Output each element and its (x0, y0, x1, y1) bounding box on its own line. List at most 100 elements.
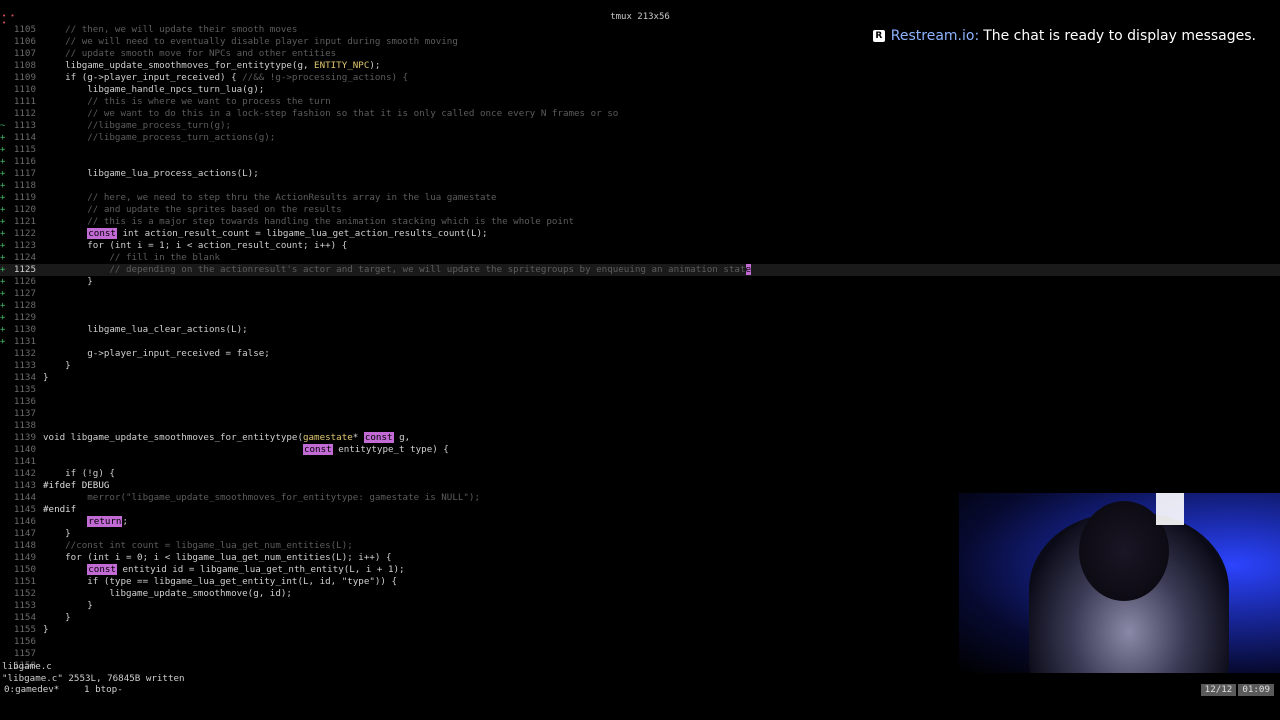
code-token: * (352, 432, 364, 443)
line-number: 1141 (13, 456, 36, 467)
webcam-light (1156, 493, 1184, 525)
code-line[interactable]: 1132 g->player_input_received = false; (0, 348, 1280, 360)
code-text: #endif (43, 504, 76, 516)
code-token: // we want to do this in a lock-step fas… (87, 108, 619, 119)
code-line[interactable]: ~1113 //libgame_process_turn(g); (0, 120, 1280, 132)
line-number: 1107 (13, 48, 36, 59)
code-line[interactable]: +1114 //libgame_process_turn_actions(g); (0, 132, 1280, 144)
code-line[interactable]: 1138 (0, 420, 1280, 432)
code-token: return (87, 516, 123, 527)
line-number: 1132 (13, 348, 36, 359)
code-text: // update smooth move for NPCs and other… (43, 48, 336, 60)
code-token: } (43, 528, 71, 539)
code-line[interactable]: +1128 (0, 300, 1280, 312)
code-line[interactable]: 1141 (0, 456, 1280, 468)
tmux-status-bar: 0:gamedev* 1 btop- 12/12 01:09 (0, 684, 1280, 696)
code-token: entitytype_t type) { (332, 444, 449, 455)
tmux-window-btop[interactable]: 1 btop- (84, 684, 123, 696)
line-number: 1126 (13, 276, 36, 287)
line-number: 1131 (13, 336, 36, 347)
code-text: } (43, 276, 93, 288)
code-token: if (g->player_input_received) { (43, 72, 243, 83)
code-line[interactable]: +1117 libgame_lua_process_actions(L); (0, 168, 1280, 180)
code-text: // then, we will update their smooth mov… (43, 24, 297, 36)
line-number: 1144 (13, 492, 36, 503)
code-line[interactable]: 1136 (0, 396, 1280, 408)
code-text: } (43, 624, 49, 636)
code-line[interactable]: +1123 for (int i = 1; i < action_result_… (0, 240, 1280, 252)
restream-message: The chat is ready to display messages. (983, 28, 1256, 44)
code-line[interactable]: 1135 (0, 384, 1280, 396)
code-text: if (type == libgame_lua_get_entity_int(L… (43, 576, 397, 588)
code-text: const entityid id = libgame_lua_get_nth_… (43, 564, 405, 576)
code-token: #ifdef DEBUG (43, 480, 110, 491)
code-line[interactable]: 1111 // this is where we want to process… (0, 96, 1280, 108)
tmux-window-gamedev[interactable]: 0:gamedev* (4, 684, 59, 696)
code-token: } (43, 276, 93, 287)
code-text: if (g->player_input_received) { //&& !g-… (43, 72, 408, 84)
code-text: // we want to do this in a lock-step fas… (43, 108, 618, 120)
code-token: libgame_update_smoothmove(g, id); (43, 588, 292, 599)
code-line[interactable]: 1108 libgame_update_smoothmoves_for_enti… (0, 60, 1280, 72)
code-line[interactable]: +1118 (0, 180, 1280, 192)
line-number: 1135 (13, 384, 36, 395)
line-number: 1137 (13, 408, 36, 419)
code-line[interactable]: 1134} (0, 372, 1280, 384)
code-line[interactable]: 1110 libgame_handle_npcs_turn_lua(g); (0, 84, 1280, 96)
code-token: merror("libgame_update_smoothmoves_for_e… (87, 492, 480, 503)
code-token: libgame_lua_clear_actions(L); (43, 324, 248, 335)
code-token: entityid id = libgame_lua_get_nth_entity… (116, 564, 405, 575)
code-text: // here, we need to step thru the Action… (43, 192, 497, 204)
code-line[interactable]: 1109 if (g->player_input_received) { //&… (0, 72, 1280, 84)
code-text: // we will need to eventually disable pl… (43, 36, 458, 48)
code-token: // here, we need to step thru the Action… (87, 192, 497, 203)
code-line[interactable]: +1122 const int action_result_count = li… (0, 228, 1280, 240)
code-token: for (int i = 0; i < libgame_lua_get_num_… (43, 552, 392, 563)
code-line[interactable]: +1116 (0, 156, 1280, 168)
code-token: // fill in the blank (109, 252, 221, 263)
code-line[interactable]: +1126 } (0, 276, 1280, 288)
line-number: 1125 (13, 264, 36, 275)
code-line[interactable]: +1121 // this is a major step towards ha… (0, 216, 1280, 228)
code-token: // this is where we want to process the … (87, 96, 331, 107)
code-line[interactable]: 1139 void libgame_update_smoothmoves_for_… (0, 432, 1280, 444)
code-line[interactable]: 1112 // we want to do this in a lock-ste… (0, 108, 1280, 120)
code-line[interactable]: +1115 (0, 144, 1280, 156)
code-token: // we will need to eventually disable pl… (65, 36, 458, 47)
line-number: 1134 (13, 372, 36, 383)
code-line[interactable]: 1133 } (0, 360, 1280, 372)
code-text: libgame_update_smoothmove(g, id); (43, 588, 292, 600)
line-number: 1127 (13, 288, 36, 299)
code-line[interactable]: 1140 const entitytype_t type) { (0, 444, 1280, 456)
code-token: } (43, 612, 71, 623)
code-line[interactable]: +1124 // fill in the blank (0, 252, 1280, 264)
code-line[interactable]: 1107 // update smooth move for NPCs and … (0, 48, 1280, 60)
status-date: 12/12 (1200, 684, 1237, 696)
file-name-line: libgame.c (2, 661, 52, 672)
code-token: #endif (43, 504, 77, 515)
code-line[interactable]: +1130 libgame_lua_clear_actions(L); (0, 324, 1280, 336)
code-line[interactable]: 1143 #ifdef DEBUG (0, 480, 1280, 492)
code-line[interactable]: +1131 (0, 336, 1280, 348)
code-token: //const int count = libgame_lua_get_num_… (65, 540, 353, 551)
code-token: const (87, 564, 117, 575)
code-line[interactable]: +1127 (0, 288, 1280, 300)
code-line[interactable]: 1142 if (!g) { (0, 468, 1280, 480)
code-text: // depending on the actionresult's actor… (43, 264, 752, 276)
code-line[interactable]: 1137 (0, 408, 1280, 420)
code-text: //const int count = libgame_lua_get_num_… (43, 540, 353, 552)
code-text: g->player_input_received = false; (43, 348, 270, 360)
code-line-current[interactable]: +1125 // depending on the actionresult's… (0, 264, 1280, 276)
code-text: } (43, 372, 49, 384)
code-token: // update smooth move for NPCs and other… (65, 48, 337, 59)
code-line[interactable]: +1120 // and update the sprites based on… (0, 204, 1280, 216)
code-text: libgame_lua_process_actions(L); (43, 168, 258, 180)
code-line[interactable]: +1129 (0, 312, 1280, 324)
line-number: 1114 (13, 132, 36, 143)
code-line[interactable]: +1119 // here, we need to step thru the … (0, 192, 1280, 204)
